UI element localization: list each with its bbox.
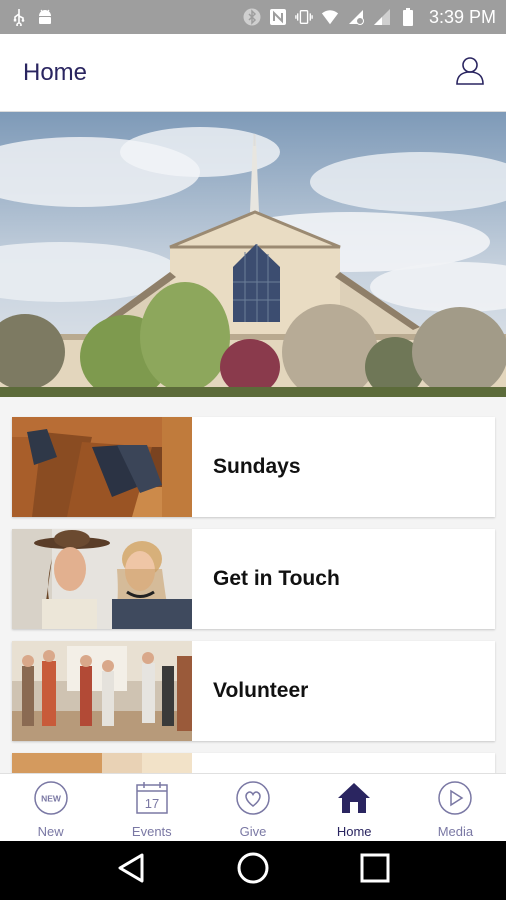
nav-label: New [37,824,64,839]
signal-icon [373,8,391,26]
nav-label: Events [131,824,172,839]
partial-card-photo [12,753,192,773]
user-profile-icon [454,54,486,91]
card-volunteer[interactable]: Volunteer [12,641,495,741]
usb-icon [10,8,28,26]
home-circle-icon [236,851,270,890]
system-navigation-bar [0,841,506,900]
card-label: Volunteer [213,679,309,702]
nav-new[interactable]: NEW New [0,774,101,841]
app-header: Home [0,34,506,112]
status-left [10,8,54,26]
system-home-button[interactable] [231,849,275,893]
heart-icon [235,780,271,816]
vibrate-icon [295,8,313,26]
android-icon [36,8,54,26]
status-right: 3:39 PM [243,7,496,28]
card-label: Sundays [213,455,301,478]
nav-give[interactable]: Give [202,774,303,841]
svg-text:NEW: NEW [41,794,62,804]
wifi-icon [321,8,339,26]
nav-home[interactable]: Home [304,774,405,841]
calendar-icon: 17 [134,780,170,816]
nav-label: Media [437,824,474,839]
card-sundays[interactable]: Sundays [12,417,495,517]
system-back-button[interactable] [109,849,153,893]
church-pews-photo [12,417,192,517]
nav-events[interactable]: 17 Events [101,774,202,841]
recents-square-icon [359,852,391,889]
nav-label: Home [336,824,372,839]
hero-church-image [0,112,506,397]
svg-text:17: 17 [145,796,159,811]
card-partial[interactable] [12,753,495,773]
battery-icon [399,8,417,26]
bluetooth-icon [243,8,261,26]
back-triangle-icon [116,852,146,889]
data-saver-icon [347,8,365,26]
status-time: 3:39 PM [428,6,496,27]
bottom-navigation: NEW New 17 Events Give Home Media [0,773,506,841]
two-women-photo [12,529,192,629]
profile-button[interactable] [452,55,488,91]
system-recents-button[interactable] [353,849,397,893]
new-badge-icon: NEW [33,780,69,816]
page-title: Home [23,58,88,86]
home-icon [336,780,372,816]
nav-label: Give [239,824,267,839]
card-get-in-touch[interactable]: Get in Touch [12,529,495,629]
card-label [192,753,213,773]
status-bar: 3:39 PM [0,0,506,34]
menu-card-list: Sundays Get in Touch Volunteer [0,397,506,773]
nfc-icon [269,8,287,26]
church-lobby-photo [12,641,192,741]
nav-media[interactable]: Media [405,774,506,841]
card-label: Get in Touch [213,567,340,590]
play-icon [437,780,473,816]
